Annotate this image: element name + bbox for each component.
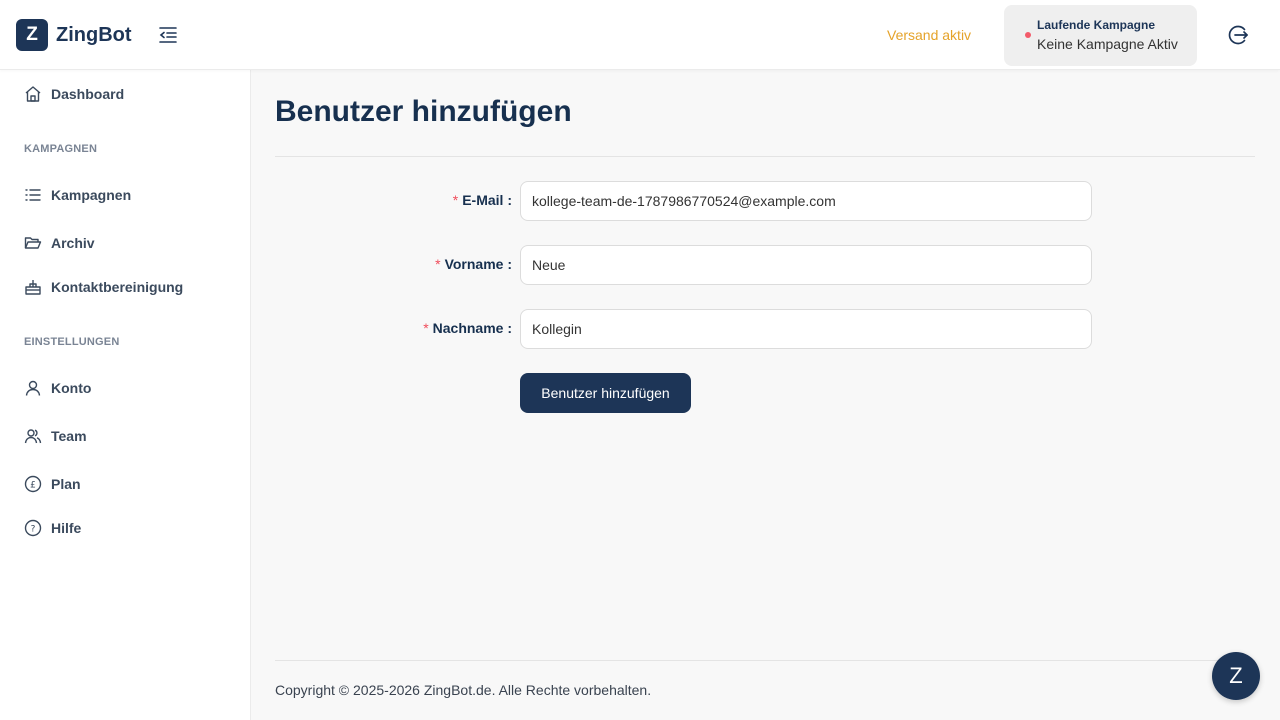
section-title-settings: EINSTELLUNGEN	[24, 336, 120, 348]
lastname-field[interactable]	[520, 309, 1092, 349]
sidebar-item-label: Archiv	[51, 235, 95, 251]
sidebar-item-label: Konto	[51, 380, 92, 396]
sidebar-item-account[interactable]: Konto	[24, 376, 91, 400]
campaign-label: Laufende Kampagne	[1037, 18, 1156, 32]
sidebar-item-label: Hilfe	[51, 520, 82, 536]
email-label-text: E-Mail :	[462, 192, 512, 208]
required-mark: *	[452, 192, 459, 208]
sidebar-item-dashboard[interactable]: Dashboard	[24, 82, 124, 106]
required-mark: *	[435, 256, 441, 272]
chat-launcher-button[interactable]: Z	[1212, 652, 1260, 700]
firstname-field[interactable]	[520, 245, 1092, 285]
top-header: Z ZingBot Versand aktiv Laufende Kampagn…	[0, 0, 1280, 70]
email-label: * E-Mail :	[453, 192, 512, 208]
sidebar-item-archive[interactable]: Archiv	[24, 231, 95, 255]
section-title-campaigns: KAMPAGNEN	[24, 143, 98, 155]
main-content: Benutzer hinzufügen *E-Mail : *Vorname :…	[251, 70, 1280, 720]
svg-text:£: £	[30, 481, 36, 491]
cleanup-icon	[24, 278, 42, 296]
required-mark: *	[423, 320, 429, 336]
sidebar-item-label: Plan	[51, 476, 81, 492]
logo-mark: Z	[16, 19, 48, 51]
campaign-status-dot	[1025, 32, 1031, 38]
add-user-button[interactable]: Benutzer hinzufügen	[520, 373, 691, 413]
email-field[interactable]	[520, 181, 1092, 221]
lastname-label-text: Nachname :	[432, 320, 512, 336]
lastname-label: * Nachname :	[423, 320, 512, 336]
logout-button[interactable]	[1226, 23, 1250, 47]
user-icon	[24, 379, 42, 397]
app-logo[interactable]: Z ZingBot	[16, 19, 132, 51]
title-divider	[275, 156, 1255, 157]
sidebar-item-campaigns[interactable]: Kampagnen	[24, 183, 131, 207]
sending-status: Versand aktiv	[887, 27, 972, 43]
team-icon	[24, 427, 42, 445]
running-campaign-box: Laufende Kampagne Keine Kampagne Aktiv	[1004, 5, 1197, 66]
pound-circle-icon: £	[24, 475, 42, 493]
sidebar-item-team[interactable]: Team	[24, 424, 87, 448]
list-icon	[24, 186, 42, 204]
sidebar-item-label: Team	[51, 428, 87, 444]
page-title: Benutzer hinzufügen	[275, 95, 572, 128]
sidebar-item-label: Kampagnen	[51, 187, 132, 203]
sidebar-collapse-button[interactable]	[156, 23, 180, 47]
sidebar-item-cleanup[interactable]: Kontaktbereinigung	[24, 275, 183, 299]
svg-text:?: ?	[31, 525, 36, 535]
menu-fold-icon	[159, 27, 177, 43]
sidebar-item-label: Kontaktbereinigung	[51, 279, 184, 295]
sidebar-item-label: Dashboard	[51, 86, 125, 102]
folder-open-icon	[24, 234, 42, 252]
campaign-value: Keine Kampagne Aktiv	[1037, 36, 1178, 52]
help-circle-icon: ?	[24, 519, 42, 537]
firstname-label-text: Vorname :	[444, 256, 512, 272]
firstname-label: * Vorname :	[435, 256, 512, 272]
sidebar-item-plan[interactable]: £ Plan	[24, 472, 81, 496]
home-icon	[24, 85, 42, 103]
app-name: ZingBot	[56, 23, 132, 46]
sidebar: Dashboard KAMPAGNEN Kampagnen Archiv Kon…	[0, 70, 251, 720]
sidebar-item-help[interactable]: ? Hilfe	[24, 516, 81, 540]
footer-divider	[275, 660, 1255, 661]
footer-copyright: Copyright © 2025-2026 ZingBot.de. Alle R…	[275, 682, 652, 698]
logout-icon	[1228, 25, 1248, 45]
